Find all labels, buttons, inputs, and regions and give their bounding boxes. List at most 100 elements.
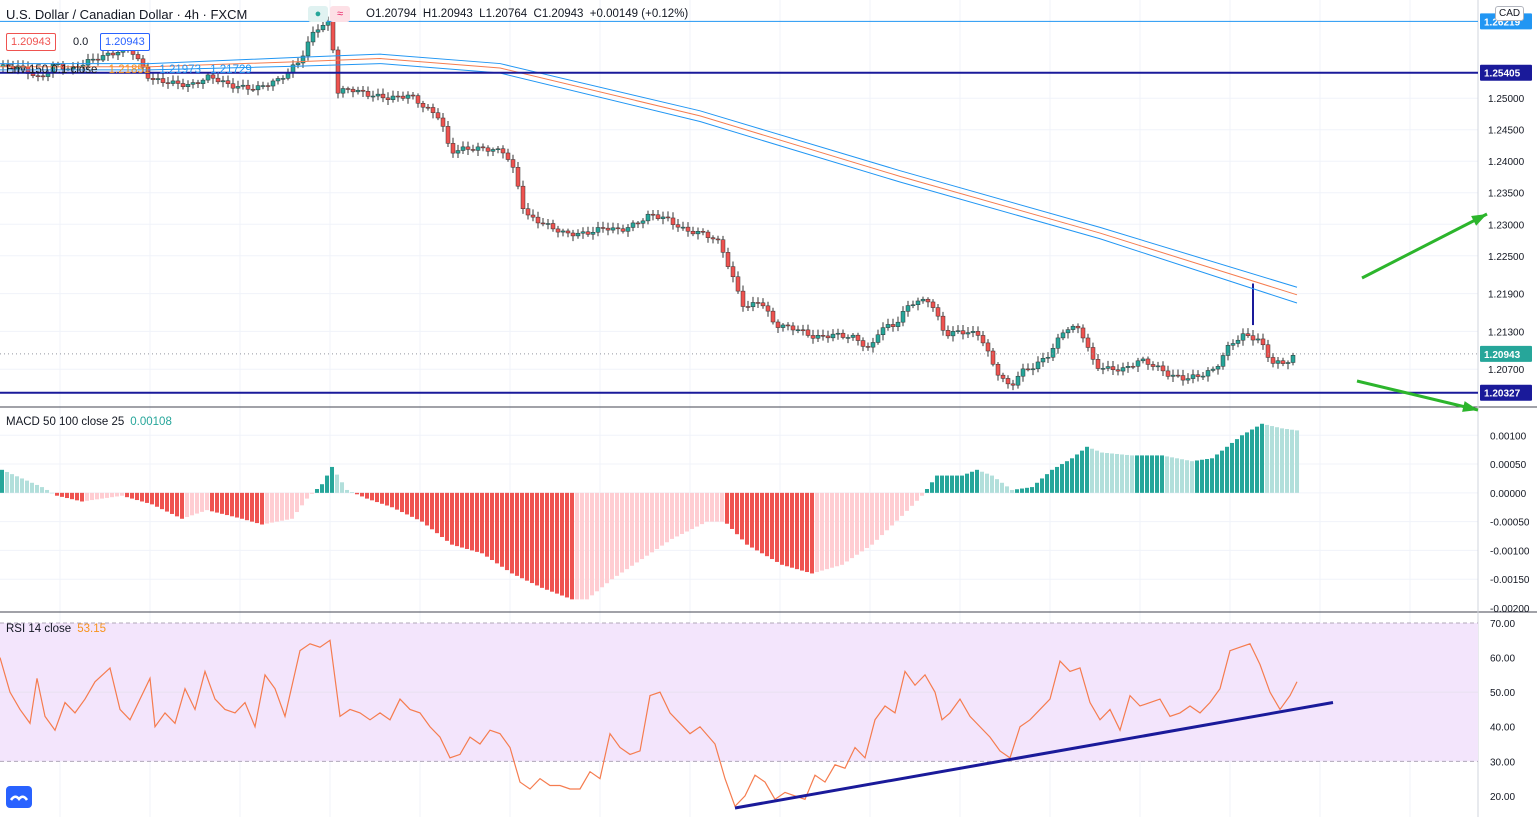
candle	[330, 21, 336, 51]
macd-bar	[1240, 435, 1244, 493]
macd-bar	[490, 492, 494, 561]
rsi-legend[interactable]: RSI 14 close 53.15	[6, 623, 106, 635]
macd-bar	[635, 492, 639, 563]
candle	[100, 55, 106, 61]
candle	[530, 214, 536, 218]
candle	[435, 112, 441, 119]
candle	[235, 86, 241, 89]
macd-bar	[345, 489, 349, 493]
sell-button[interactable]: 1.20943	[6, 33, 56, 51]
macd-bar	[215, 492, 219, 513]
macd-bar	[505, 492, 509, 571]
macd-bar	[65, 492, 69, 499]
candle	[1190, 374, 1196, 379]
candle	[810, 335, 816, 339]
candle	[895, 321, 901, 327]
macd-bar	[1170, 457, 1174, 493]
macd-bar	[365, 492, 369, 499]
candle	[1005, 378, 1011, 385]
macd-bar	[845, 492, 849, 562]
candle	[605, 227, 611, 231]
wave-icon[interactable]: ≈	[330, 6, 350, 22]
macd-bar	[485, 492, 489, 557]
ohlc-change: +0.00149 (+0.12%)	[589, 8, 689, 20]
macd-bar	[430, 492, 434, 530]
candle	[360, 89, 366, 92]
candle	[640, 220, 646, 224]
candle	[110, 52, 116, 56]
candle	[805, 329, 811, 336]
candle	[175, 80, 181, 84]
candle	[90, 58, 96, 61]
macd-bar	[510, 492, 514, 574]
macd-axis-label: 0.00100	[1490, 431, 1527, 442]
macd-bar	[940, 475, 944, 493]
rsi-axis-label: 50.00	[1490, 688, 1515, 699]
candle	[390, 95, 396, 100]
macd-bar	[630, 492, 634, 566]
macd-bar	[85, 492, 89, 501]
macd-bar	[765, 492, 769, 557]
candle	[400, 95, 406, 99]
macd-bar	[795, 492, 799, 570]
candle	[930, 301, 936, 308]
macd-axis-label: 0.00000	[1490, 489, 1527, 500]
candle	[1135, 360, 1141, 367]
envelope-upper-value: 1.21973	[159, 64, 201, 76]
candle	[585, 231, 591, 235]
candle	[1160, 365, 1166, 372]
buy-button[interactable]: 1.20943	[100, 33, 150, 51]
candle	[750, 302, 756, 308]
macd-bar	[820, 492, 824, 571]
candle	[425, 106, 431, 109]
candle	[1215, 366, 1221, 370]
rsi-axis-label: 40.00	[1490, 723, 1515, 734]
candle	[840, 332, 846, 338]
candle	[95, 58, 101, 61]
candle	[1155, 365, 1161, 368]
candle	[1180, 375, 1186, 381]
candle	[1275, 360, 1281, 364]
currency-label[interactable]: CAD	[1495, 6, 1525, 21]
envelope-basis-value: 1.21851	[108, 64, 151, 76]
macd-bar	[915, 492, 919, 501]
candle	[915, 300, 921, 305]
macd-bar	[1095, 450, 1099, 493]
macd-bar	[380, 492, 384, 504]
eye-icon[interactable]: ●	[308, 6, 328, 22]
macd-bar	[545, 492, 549, 590]
candle	[420, 103, 426, 108]
macd-bar	[560, 492, 564, 596]
rsi-axis-label: 30.00	[1490, 757, 1515, 768]
macd-bar	[1150, 455, 1154, 493]
candle	[565, 230, 571, 234]
candle	[1280, 360, 1286, 364]
macd-bar	[570, 492, 574, 600]
candle	[510, 159, 516, 168]
macd-bar	[250, 492, 254, 522]
macd-bar	[1280, 428, 1284, 493]
candle	[880, 327, 886, 336]
macd-bar	[975, 469, 979, 493]
candle	[1130, 366, 1136, 368]
rsi-axis-label: 70.00	[1490, 619, 1515, 630]
candle	[1015, 375, 1021, 386]
macd-bar	[185, 492, 189, 518]
candle	[625, 227, 631, 232]
candle	[1035, 361, 1041, 370]
candle	[685, 226, 691, 232]
candle	[950, 331, 956, 337]
macd-bar	[945, 475, 949, 493]
candle	[1140, 358, 1146, 362]
envelope-legend[interactable]: Env 150 0.1 close 1.21851 1.21973 1.2172…	[6, 64, 252, 76]
tradingview-logo-icon[interactable]	[6, 786, 32, 808]
candle	[220, 80, 226, 83]
macd-bar	[125, 492, 129, 498]
candle	[1250, 335, 1256, 341]
candle	[755, 302, 761, 304]
candle	[1025, 368, 1031, 371]
macd-legend[interactable]: MACD 50 100 close 25 0.00108	[6, 416, 172, 428]
macd-bar	[1165, 456, 1169, 493]
macd-bar	[580, 492, 584, 600]
candle	[150, 78, 156, 80]
